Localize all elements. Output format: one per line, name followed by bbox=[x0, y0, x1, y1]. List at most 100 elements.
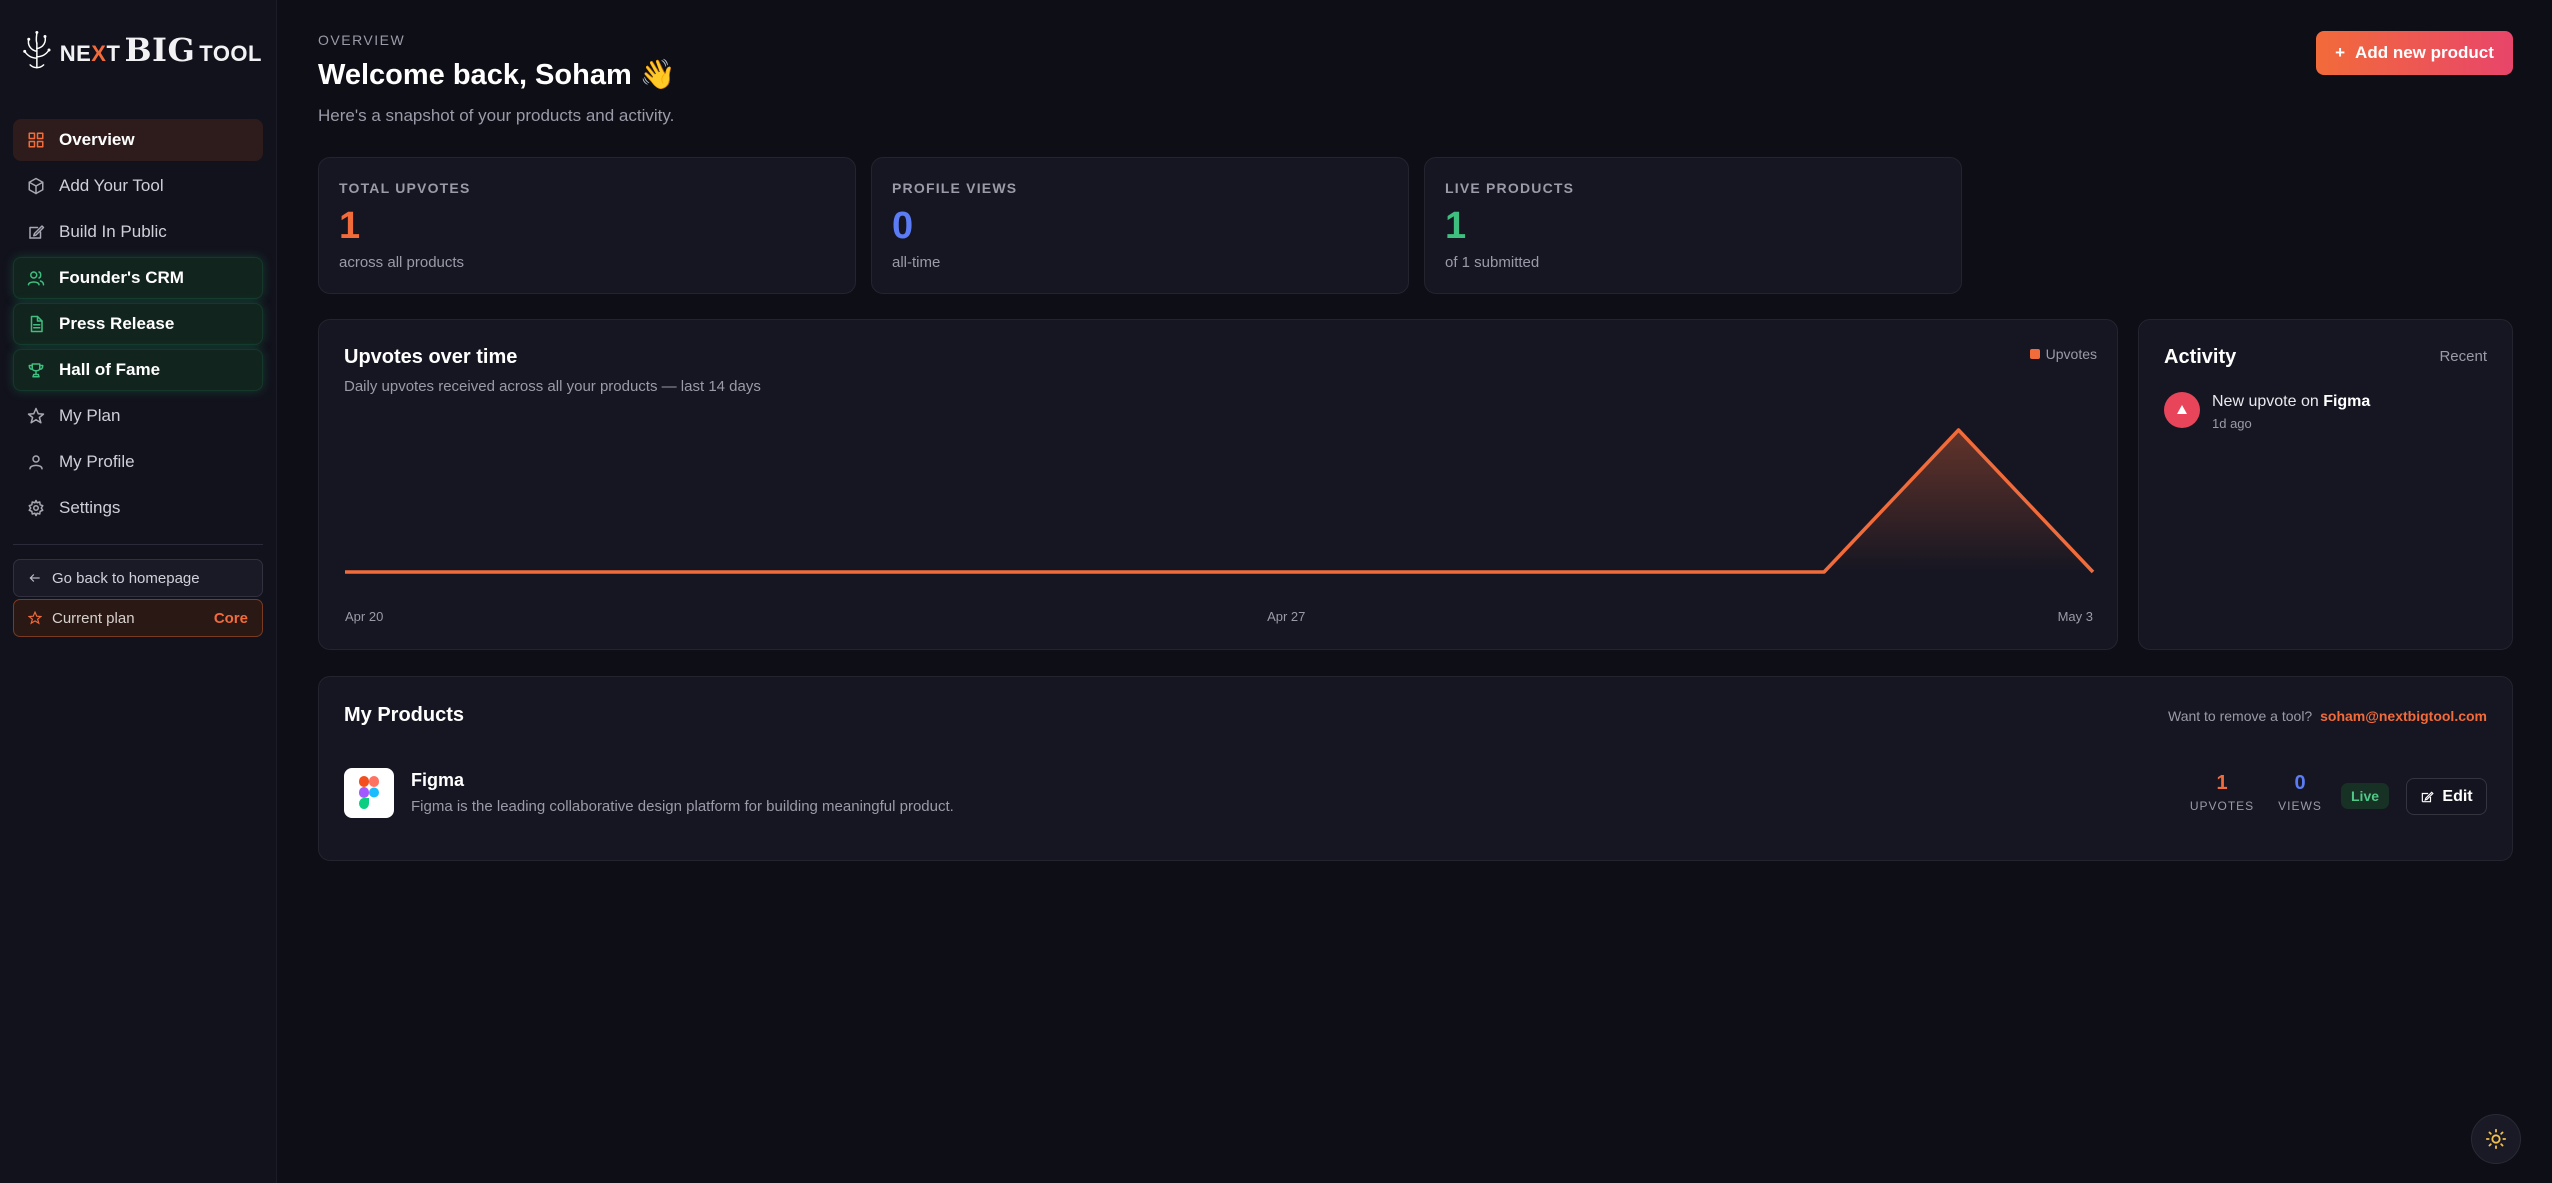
sidebar-item-label: My Plan bbox=[59, 406, 121, 425]
chart-x-tick-label: Apr 20 bbox=[345, 609, 383, 624]
legend-swatch bbox=[2029, 349, 2040, 359]
brand-part-ne: NE bbox=[59, 41, 92, 66]
brand-part-x: X bbox=[91, 41, 107, 66]
upvote-triangle-icon bbox=[2164, 392, 2200, 428]
back-to-homepage-label: Go back to homepage bbox=[52, 569, 200, 587]
stat-card-profile-views: PROFILE VIEWS 0 all-time bbox=[871, 157, 1409, 294]
sun-icon bbox=[2485, 1128, 2507, 1150]
activity-time: 1d ago bbox=[2212, 416, 2252, 431]
stat-label: TOTAL UPVOTES bbox=[339, 180, 471, 196]
product-description: Figma is the leading collaborative desig… bbox=[411, 798, 954, 815]
add-new-product-label: Add new product bbox=[2355, 43, 2494, 62]
plus-icon: + bbox=[2335, 43, 2346, 62]
brand-part-big: BIG bbox=[124, 31, 196, 69]
document-icon bbox=[30, 315, 43, 333]
tree-logo-icon bbox=[23, 30, 51, 69]
product-upvotes-metric: 1 UPVOTES bbox=[2189, 772, 2255, 813]
upvotes-chart: Apr 20 Apr 27 May 3 bbox=[345, 428, 2095, 624]
sidebar-item-label: Add Your Tool bbox=[59, 176, 164, 195]
edit-label: Edit bbox=[2442, 787, 2473, 805]
sidebar-item-add-your-tool[interactable]: Add Your Tool bbox=[13, 165, 263, 207]
users-icon bbox=[27, 271, 45, 286]
product-views-label: VIEWS bbox=[2278, 799, 2322, 813]
sidebar-item-label: Hall of Fame bbox=[59, 360, 161, 379]
stat-sub: of 1 submitted bbox=[1445, 254, 1540, 271]
user-icon bbox=[29, 455, 43, 470]
status-badge: Live bbox=[2341, 783, 2390, 809]
stat-sub: all-time bbox=[892, 254, 941, 271]
sidebar-nav: Overview Add Your Tool Build In Public F… bbox=[13, 119, 263, 533]
sidebar-item-build-in-public[interactable]: Build In Public bbox=[13, 211, 263, 253]
stat-value: 0 bbox=[892, 205, 914, 247]
stat-sub: across all products bbox=[339, 254, 465, 271]
arrow-left-icon bbox=[29, 574, 40, 582]
stat-value: 1 bbox=[1445, 205, 1467, 247]
star-icon bbox=[28, 611, 42, 625]
product-upvotes-label: UPVOTES bbox=[2189, 799, 2255, 813]
edit-icon bbox=[29, 225, 45, 239]
activity-title: Activity bbox=[2164, 346, 2237, 368]
activity-item[interactable]: New upvote on Figma 1d ago bbox=[2164, 392, 2370, 431]
theme-toggle-button[interactable] bbox=[2471, 1114, 2521, 1164]
sidebar-item-label: Overview bbox=[59, 130, 135, 149]
chart-subtitle: Daily upvotes received across all your p… bbox=[344, 378, 761, 395]
star-icon bbox=[27, 407, 45, 424]
sidebar-item-label: Founder's CRM bbox=[59, 268, 184, 287]
sidebar-item-hall-of-fame[interactable]: Hall of Fame bbox=[13, 349, 263, 391]
product-name[interactable]: Figma bbox=[411, 770, 464, 791]
activity-recent-label: Recent bbox=[2439, 348, 2487, 365]
sidebar-item-my-plan[interactable]: My Plan bbox=[13, 395, 263, 437]
stat-label: LIVE PRODUCTS bbox=[1445, 180, 1575, 196]
activity-message: New upvote on bbox=[2212, 393, 2319, 410]
sidebar-divider bbox=[13, 544, 263, 545]
activity-card: Activity Recent New upvote on Figma 1d a… bbox=[2138, 319, 2513, 650]
chart-x-tick-label: May 3 bbox=[2058, 609, 2093, 624]
sidebar-item-overview[interactable]: Overview bbox=[13, 119, 263, 161]
sidebar-item-my-profile[interactable]: My Profile bbox=[13, 441, 263, 483]
sidebar-item-label: My Profile bbox=[59, 452, 135, 471]
sidebar-item-founders-crm[interactable]: Founder's CRM bbox=[13, 257, 263, 299]
activity-text: New upvote on Figma bbox=[2212, 392, 2370, 412]
figma-logo-icon bbox=[344, 768, 394, 818]
sidebar-item-label: Build In Public bbox=[59, 222, 167, 241]
chart-x-tick-label: Apr 27 bbox=[1267, 609, 1305, 624]
stat-card-total-upvotes: TOTAL UPVOTES 1 across all products bbox=[318, 157, 856, 294]
brand-logo[interactable]: NE X T BIG TOOL bbox=[22, 22, 262, 78]
brand-part-tool: TOOL bbox=[199, 41, 262, 66]
chart-area-fill bbox=[345, 430, 2093, 572]
sidebar-item-label: Press Release bbox=[59, 314, 175, 333]
upvotes-chart-card: Apr 20 Apr 27 May 3 Upvotes over time Dail… bbox=[318, 319, 2118, 650]
legend-label: Upvotes bbox=[2045, 346, 2097, 362]
product-views-value: 0 bbox=[2294, 772, 2306, 794]
grid-icon bbox=[28, 132, 44, 148]
product-views-metric: 0 VIEWS bbox=[2275, 772, 2325, 813]
remove-tool-note: Want to remove a tool? soham@nextbigtool… bbox=[2168, 708, 2487, 724]
brand-wordmark: NE X T BIG TOOL bbox=[60, 31, 262, 69]
products-title: My Products bbox=[344, 704, 465, 726]
sidebar-item-label: Settings bbox=[59, 498, 121, 517]
remove-tool-email-link[interactable]: soham@nextbigtool.com bbox=[2320, 708, 2487, 724]
sidebar: NE X T BIG TOOL Overview Add Your Tool Build… bbox=[0, 0, 277, 1183]
sidebar-item-settings[interactable]: Settings bbox=[13, 487, 263, 529]
activity-target: Figma bbox=[2323, 393, 2371, 410]
my-products-card: My Products Want to remove a tool? soham… bbox=[318, 676, 2513, 861]
edit-product-button[interactable]: Edit bbox=[2406, 778, 2487, 815]
stat-value: 1 bbox=[339, 205, 361, 247]
chart-title: Upvotes over time bbox=[344, 346, 518, 368]
brand-part-t: T bbox=[106, 41, 121, 66]
page-eyebrow: OVERVIEW bbox=[318, 32, 406, 48]
page-subtitle: Here's a snapshot of your products and a… bbox=[318, 106, 675, 125]
add-new-product-button[interactable]: + Add new product bbox=[2316, 31, 2513, 75]
trophy-icon bbox=[28, 363, 44, 378]
product-upvotes-value: 1 bbox=[2216, 772, 2228, 794]
current-plan-value: Core bbox=[213, 609, 248, 627]
stat-label: PROFILE VIEWS bbox=[892, 180, 1018, 196]
chart-series-line-upvotes bbox=[345, 428, 2095, 574]
box-icon bbox=[28, 177, 44, 195]
chart-legend: Upvotes bbox=[2029, 346, 2097, 362]
current-plan-box[interactable]: Current plan Core bbox=[13, 599, 263, 637]
edit-icon bbox=[2422, 791, 2435, 802]
sidebar-item-press-release[interactable]: Press Release bbox=[13, 303, 263, 345]
back-to-homepage-button[interactable]: Go back to homepage bbox=[13, 559, 263, 597]
gear-icon bbox=[28, 499, 44, 517]
